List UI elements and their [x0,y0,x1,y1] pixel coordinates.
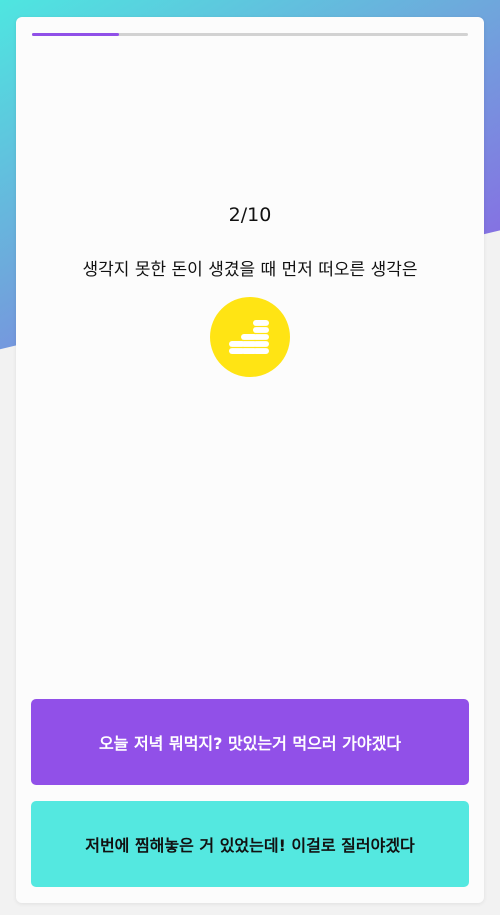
quiz-card: 2/10 생각지 못한 돈이 생겼을 때 먼저 떠오른 생각은 오늘 저녁 뭐먹… [16,17,484,903]
question-counter: 2/10 [228,204,272,226]
question-text: 생각지 못한 돈이 생겼을 때 먼저 떠오른 생각은 [82,260,418,280]
coins-icon [210,297,290,377]
answer-option-1[interactable]: 오늘 저녁 뭐먹지? 맛있는거 먹으러 가야겠다 [31,699,469,785]
progress-bar-fill [32,33,120,36]
progress-bar [32,33,468,36]
answer-option-2[interactable]: 저번에 찜해놓은 거 있었는데! 이걸로 질러야겠다 [31,801,469,887]
